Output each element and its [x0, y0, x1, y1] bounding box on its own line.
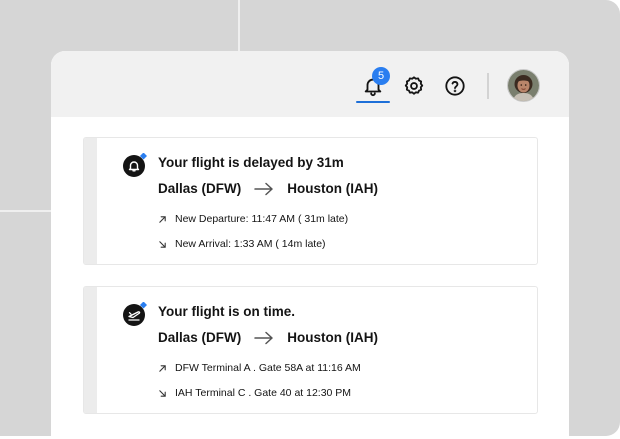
user-avatar[interactable]	[507, 69, 540, 102]
plane-departure-icon	[123, 302, 147, 326]
arrival-gate-text: IAH Terminal C . Gate 40 at 12:30 PM	[175, 387, 352, 399]
active-tab-indicator	[356, 101, 390, 103]
toolbar-divider	[487, 73, 489, 99]
notifications-panel: 5 Your flight is delayed by 31m Dallas (…	[51, 51, 569, 436]
flight-notification-card[interactable]: Your flight is on time. Dallas (DFW) Hou…	[83, 286, 538, 414]
destination-airport: Houston (IAH)	[287, 330, 378, 345]
notification-title: Your flight is on time.	[158, 304, 295, 319]
detail-row: New Arrival: 1:33 AM ( 14m late)	[158, 238, 326, 250]
notification-count-badge: 5	[372, 67, 390, 85]
arrow-down-right-icon	[159, 389, 166, 397]
detail-row: IAH Terminal C . Gate 40 at 12:30 PM	[158, 387, 351, 399]
arrow-down-right-icon	[159, 240, 166, 248]
origin-airport: Dallas (DFW)	[158, 181, 242, 196]
new-arrival-text: New Arrival: 1:33 AM ( 14m late)	[175, 238, 326, 250]
background-divider	[0, 210, 52, 212]
flight-route: Dallas (DFW) Houston (IAH)	[158, 181, 378, 196]
destination-airport: Houston (IAH)	[287, 181, 378, 196]
help-button[interactable]	[442, 73, 468, 99]
flight-notification-card[interactable]: Your flight is delayed by 31m Dallas (DF…	[83, 137, 538, 265]
detail-row: DFW Terminal A . Gate 58A at 11:16 AM	[158, 362, 361, 374]
question-circle-icon	[445, 76, 465, 96]
origin-airport: Dallas (DFW)	[158, 330, 242, 345]
notification-title: Your flight is delayed by 31m	[158, 155, 344, 170]
settings-button[interactable]	[401, 73, 427, 99]
card-accent-stripe	[84, 138, 97, 264]
new-departure-text: New Departure: 11:47 AM ( 31m late)	[175, 213, 349, 225]
avatar-image	[508, 70, 539, 101]
background-divider	[238, 0, 240, 52]
arrow-up-right-icon	[159, 215, 166, 223]
flight-route: Dallas (DFW) Houston (IAH)	[158, 330, 378, 345]
detail-row: New Departure: 11:47 AM ( 31m late)	[158, 213, 348, 225]
departure-gate-text: DFW Terminal A . Gate 58A at 11:16 AM	[175, 362, 361, 374]
gear-icon	[404, 76, 424, 95]
arrow-right-icon	[254, 331, 274, 344]
app-screen: 5 Your flight is delayed by 31m Dallas (…	[0, 0, 620, 439]
arrow-up-right-icon	[159, 364, 166, 372]
bell-alert-icon	[123, 153, 147, 177]
arrow-right-icon	[254, 182, 274, 195]
top-bar: 5	[51, 51, 569, 117]
card-accent-stripe	[84, 287, 97, 413]
